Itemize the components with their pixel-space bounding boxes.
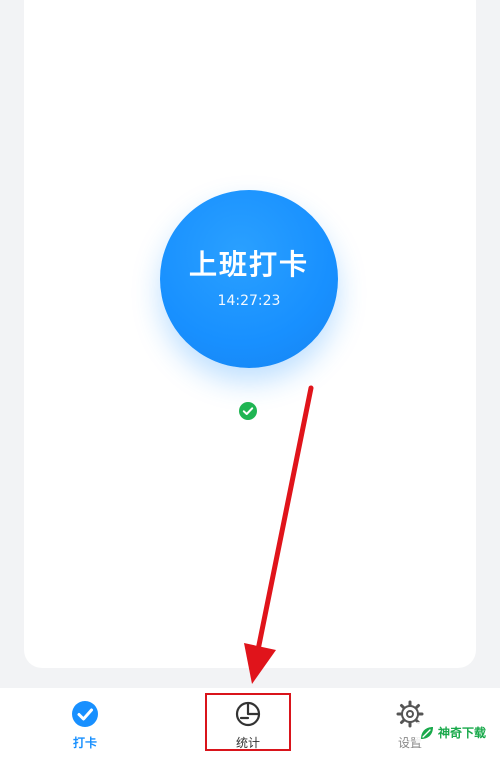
clock-in-time: 14:27:23 (217, 293, 281, 309)
tab-statistics-label: 统计 (235, 736, 260, 750)
watermark: 神奇下载 (414, 722, 490, 743)
pie-chart-icon (235, 701, 261, 727)
clock-in-button[interactable]: 上班打卡 14:27:23 (160, 190, 338, 368)
tab-clock-in[interactable]: 打卡 (60, 688, 110, 759)
check-circle-icon (72, 701, 98, 727)
tab-statistics[interactable]: 统计 (205, 688, 291, 759)
watermark-text: 神奇下载 (437, 726, 486, 740)
tab-clock-in-label: 打卡 (72, 736, 97, 750)
clock-in-title: 上班打卡 (188, 248, 309, 281)
leaf-logo-icon (420, 726, 433, 739)
check-circle-icon (239, 402, 257, 420)
